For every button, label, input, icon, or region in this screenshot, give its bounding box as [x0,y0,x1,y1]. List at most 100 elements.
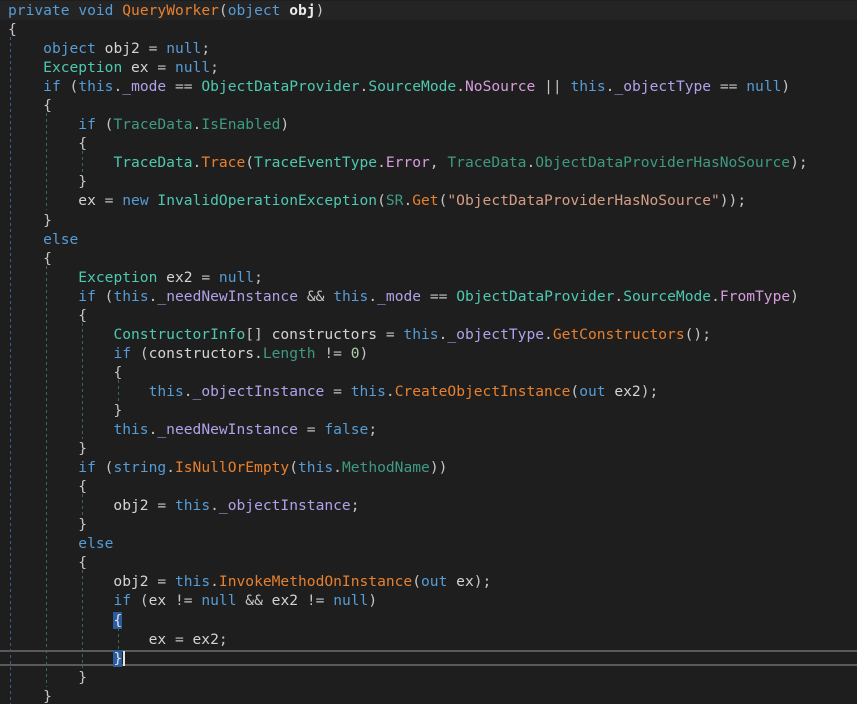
code-token: Length [263,345,316,362]
code-token: false [324,421,368,438]
code-token: . [210,573,219,590]
code-token [8,592,113,609]
code-token [298,288,307,305]
code-line-14: { [0,249,857,268]
code-token: ) [360,345,369,362]
code-token [237,592,246,609]
code-token [96,288,105,305]
code-token: ( [570,383,579,400]
code-token: (); [685,326,711,343]
code-token: ( [140,592,149,609]
code-line-17: { [0,306,857,325]
code-token: _needNewInstance [157,421,298,438]
code-token: null [166,40,201,57]
code-token: SourceMode [368,78,456,95]
code-token: . [333,459,342,476]
code-token: . [254,345,263,362]
code-line-26: { [0,477,857,496]
code-token [8,212,43,229]
code-token: ex [8,631,175,648]
code-token: if [78,116,96,133]
code-token: } [113,402,122,419]
code-token: Exception [78,269,157,286]
code-token: . [711,288,720,305]
code-token [8,307,78,324]
code-token [8,402,113,419]
code-token: this [570,78,605,95]
code-token: this [175,573,210,590]
code-token: _mode [122,78,166,95]
code-token: this [333,288,368,305]
code-token: ) [790,288,799,305]
code-token: SourceMode [623,288,711,305]
code-token: { [78,554,87,571]
code-token: ; [210,59,219,76]
code-token [711,78,720,95]
code-token [8,383,149,400]
code-token [8,364,113,381]
code-token [8,478,78,495]
code-token: _objectType [614,78,711,95]
code-token: = [157,497,166,514]
code-token: else [78,535,113,552]
code-token: . [193,154,202,171]
code-token: . [614,288,623,305]
code-line-22: } [0,401,857,420]
code-text-layer: private void QueryWorker(object obj){ ob… [0,1,857,704]
code-token: IsEnabled [201,116,280,133]
code-token [8,59,43,76]
code-token: ; [219,631,228,648]
code-line-36: } [0,668,857,687]
code-line-24: } [0,439,857,458]
code-token: string [113,459,166,476]
code-token: _objectInstance [193,383,325,400]
code-token [8,516,78,533]
code-line-9: TraceData.Trace(TraceEventType.Error, Tr… [0,153,857,172]
code-line-27: obj2 = this._objectInstance; [0,496,857,515]
code-token: && [307,288,325,305]
code-token: { [8,21,17,38]
code-token: TraceData [113,116,192,133]
code-token: ); [641,383,659,400]
code-token [166,78,175,95]
code-token: ; [351,497,360,514]
code-line-30: { [0,553,857,572]
code-token: . [113,78,122,95]
code-token: { [78,478,87,495]
code-token: ; [368,421,377,438]
code-token: } [78,516,87,533]
code-token [61,78,70,95]
code-token [8,97,43,114]
code-token [96,459,105,476]
code-token: object [43,40,96,57]
code-token: ObjectDataProvider [456,288,614,305]
code-line-5: if (this._mode == ObjectDataProvider.Sou… [0,77,857,96]
code-token [280,2,289,19]
code-line-35: } [0,649,857,668]
code-token [8,535,78,552]
code-token [113,2,122,19]
code-token [8,173,78,190]
code-token [342,383,351,400]
code-token: ex2 [606,383,641,400]
code-token: out [421,573,447,590]
code-line-25: if (string.IsNullOrEmpty(this.MethodName… [0,458,857,477]
code-token: ( [245,154,254,171]
code-token: } [113,650,122,667]
code-token: "ObjectDataProviderHasNoSource" [447,192,719,209]
code-token [535,78,544,95]
code-token [113,192,122,209]
code-token: . [526,154,535,171]
code-editor[interactable]: private void QueryWorker(object obj){ ob… [0,0,857,704]
code-token: null [219,269,254,286]
code-token: this [298,459,333,476]
code-token: null [746,78,781,95]
code-token: TraceEventType [254,154,377,171]
code-token: )); [720,192,746,209]
code-token: _mode [377,288,421,305]
code-token: = [307,421,316,438]
code-line-13: else [0,230,857,249]
code-token: NoSource [465,78,535,95]
code-line-8: { [0,134,857,153]
code-token: && [245,592,263,609]
